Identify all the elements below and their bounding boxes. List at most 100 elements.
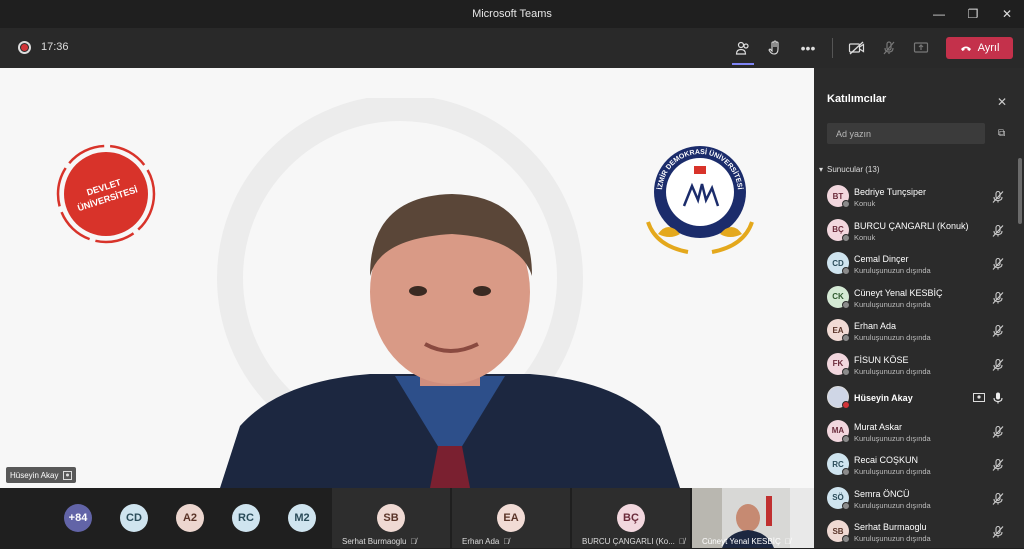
- presence-indicator: [842, 334, 850, 342]
- participant-tile-name: Erhan Ada: [462, 537, 500, 546]
- participant-tile[interactable]: SB Serhat Burmaoglu 🎙̸: [332, 488, 450, 548]
- title-bar: Microsoft Teams — ❐ ✕: [0, 0, 1024, 28]
- speaker-video: [220, 194, 680, 488]
- recording-icon: [18, 41, 31, 54]
- participant-avatar: BÇ: [617, 504, 645, 532]
- presence-indicator: [842, 501, 850, 510]
- people-icon: [735, 41, 749, 55]
- participant-avatar[interactable]: CD: [120, 504, 148, 532]
- section-label: Sunucular (13): [827, 165, 880, 174]
- participant-status: Kuruluşunuzun dışında: [854, 266, 931, 275]
- participant-name: Hüseyin Akay: [854, 393, 913, 403]
- mic-muted-icon[interactable]: [991, 492, 1005, 506]
- mic-on-icon[interactable]: [991, 391, 1005, 405]
- participant-row[interactable]: FK FİSUN KÖSE Kuruluşunuzun dışında: [814, 348, 1014, 382]
- mic-muted-icon[interactable]: [991, 425, 1005, 439]
- panel-scrollbar[interactable]: [1018, 158, 1022, 224]
- participant-row[interactable]: BÇ BURCU ÇANGARLI (Konuk) Konuk: [814, 214, 1014, 248]
- hang-up-icon: [960, 46, 971, 51]
- mic-muted-icon[interactable]: [991, 358, 1005, 372]
- participant-row[interactable]: Hüseyin Akay: [814, 381, 1014, 415]
- participant-tile[interactable]: BÇ BURCU ÇANGARLI (Ko... 🎙̸: [572, 488, 690, 548]
- participant-status: Kuruluşunuzun dışında: [854, 433, 931, 443]
- participant-search-input[interactable]: [827, 123, 985, 144]
- pinned-icon: [63, 470, 73, 480]
- share-screen-button[interactable]: [909, 36, 933, 60]
- toolbar-divider: [832, 38, 833, 58]
- participant-tile-name: Serhat Burmaoglu: [342, 537, 407, 546]
- participant-avatar: SB: [377, 504, 405, 532]
- mic-off-icon: [883, 41, 895, 55]
- mic-muted-icon: 🎙̸: [678, 537, 685, 546]
- mic-muted-icon[interactable]: [991, 224, 1005, 238]
- participant-avatar[interactable]: M2: [288, 504, 316, 532]
- participant-name: Recai COŞKUN: [854, 455, 919, 465]
- window-title: Microsoft Teams: [472, 8, 552, 20]
- participant-row[interactable]: MA Murat Askar Kuruluşunuzun dışında: [814, 415, 1014, 449]
- participant-status: Kuruluşunuzun dışında: [854, 333, 931, 342]
- participants-button[interactable]: [731, 36, 755, 65]
- mic-muted-icon[interactable]: [991, 324, 1005, 338]
- presenting-icon: [973, 391, 985, 403]
- participant-tile-name: Cüneyt Yenal KESBİÇ: [702, 537, 781, 546]
- camera-off-icon: [848, 41, 865, 55]
- participant-row[interactable]: SÖ Semra ÖNCÜ Kuruluşunuzun dışında: [814, 482, 1014, 516]
- participant-status: Kuruluşunuzun dışında: [854, 366, 931, 376]
- share-screen-icon: [913, 42, 929, 53]
- leave-label: Ayrıl: [977, 42, 1000, 54]
- mic-muted-icon: 🎙̸: [784, 537, 791, 546]
- participant-row[interactable]: BT Bedriye Tunçsiper Konuk: [814, 180, 1014, 214]
- mic-muted-icon[interactable]: [991, 458, 1005, 472]
- mic-muted-icon[interactable]: [991, 257, 1005, 271]
- participant-video-tile[interactable]: Cüneyt Yenal KESBİÇ 🎙̸: [692, 488, 814, 548]
- mic-muted-icon[interactable]: [991, 291, 1005, 305]
- participant-row[interactable]: CK Cüneyt Yenal KESBİÇ Kuruluşunuzun dışın…: [814, 281, 1014, 315]
- chevron-down-icon: ▾: [819, 165, 824, 174]
- presence-indicator: [842, 200, 850, 208]
- participant-name: Serhat Burmaoglu: [854, 522, 927, 532]
- participant-name: Cüneyt Yenal KESBİÇ: [854, 287, 943, 298]
- raise-hand-button[interactable]: [763, 36, 787, 60]
- participant-avatar[interactable]: RC: [232, 504, 260, 532]
- participant-avatar[interactable]: A2: [176, 504, 204, 532]
- close-window-icon[interactable]: ✕: [990, 0, 1024, 28]
- leave-button[interactable]: Ayrıl: [946, 37, 1013, 59]
- participant-row[interactable]: SB Serhat Burmaoglu Kuruluşunuzun dışında: [814, 515, 1014, 549]
- svg-text:2016: 2016: [692, 217, 708, 224]
- participant-row[interactable]: RC Recai COŞKUN Kuruluşunuzun dışında: [814, 448, 1014, 482]
- presence-indicator: [842, 535, 850, 543]
- participant-name: Bedriye Tunçsiper: [854, 187, 927, 197]
- more-actions-button[interactable]: •••: [796, 36, 820, 60]
- participant-tile[interactable]: EA Erhan Ada 🎙̸: [452, 488, 570, 548]
- camera-toggle-button[interactable]: [845, 36, 869, 60]
- presence-indicator: [842, 267, 850, 275]
- presence-indicator: [842, 233, 850, 242]
- mic-muted-icon: 🎙̸: [410, 537, 417, 546]
- presence-indicator: [842, 401, 850, 409]
- mic-muted-icon[interactable]: [991, 525, 1005, 539]
- participant-row[interactable]: EA Erhan Ada Kuruluşunuzun dışında: [814, 314, 1014, 348]
- minimize-icon[interactable]: —: [922, 0, 956, 28]
- participant-name: Semra ÖNCÜ: [854, 488, 910, 499]
- participant-name: Erhan Ada: [854, 321, 897, 331]
- panel-title: Katılımcılar: [827, 93, 887, 105]
- meeting-toolbar: 17:36 ••• Ayrıl: [0, 28, 1024, 68]
- mic-muted-icon: 🎙̸: [503, 537, 510, 546]
- more-participants-avatar[interactable]: +84: [64, 504, 92, 532]
- participant-name: FİSUN KÖSE: [854, 354, 909, 365]
- main-video-stage: DEVLET ÜNİVERSİTESİ İZMİR DEMOKRASİ ÜNİV…: [0, 68, 814, 488]
- participant-row[interactable]: CD Cemal Dinçer Kuruluşunuzun dışında: [814, 247, 1014, 281]
- participant-strip: +84 CD A2 RC M2 SB Serhat Burmaoglu 🎙̸ EA…: [0, 488, 814, 548]
- close-panel-icon[interactable]: ✕: [997, 95, 1007, 109]
- mic-muted-icon[interactable]: [991, 190, 1005, 204]
- participant-name: Cemal Dinçer: [854, 254, 909, 264]
- restore-icon[interactable]: ❐: [956, 0, 990, 28]
- share-invite-icon[interactable]: ⧉: [998, 128, 1005, 139]
- participant-status: Konuk: [854, 199, 876, 208]
- speaker-name-tag: Hüseyin Akay: [6, 467, 77, 483]
- meeting-timer: 17:36: [41, 41, 69, 53]
- presence-indicator: [842, 468, 850, 476]
- presenters-section-header[interactable]: ▾ Sunucular (13): [819, 165, 880, 174]
- mic-toggle-button[interactable]: [877, 36, 901, 60]
- presence-indicator: [842, 367, 850, 376]
